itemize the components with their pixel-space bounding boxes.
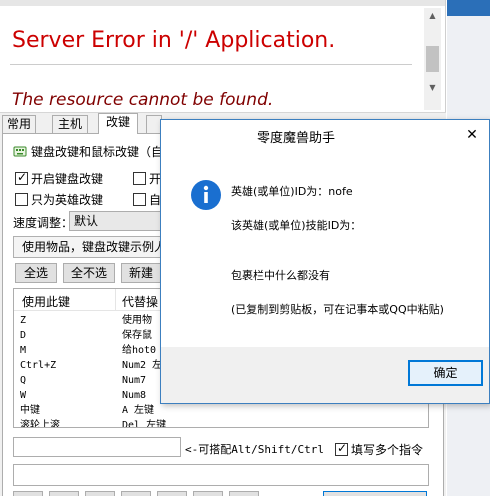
bottom-button[interactable] — [85, 491, 115, 496]
dialog-title-bar: 零度魔兽助手 ✕ — [161, 120, 489, 150]
modifier-hint: <-可搭配Alt/Shift/Ctrl — [185, 443, 324, 456]
checkbox-box[interactable] — [335, 441, 348, 456]
scroll-down-icon[interactable]: ▼ — [424, 80, 441, 96]
checkbox-box[interactable] — [15, 193, 28, 206]
tab-host[interactable]: 主机 — [52, 115, 88, 133]
scroll-up-icon[interactable]: ▲ — [424, 8, 441, 24]
ok-button[interactable]: 确定 — [408, 360, 483, 386]
bottom-button[interactable] — [229, 491, 259, 496]
example-combo[interactable]: 使用物品，键盘改键示例人 — [13, 236, 173, 258]
column-replace[interactable]: 代替操 — [122, 293, 158, 310]
skill-id-text: 该英雄(或单位)技能ID为： — [231, 219, 362, 232]
browser-window: Server Error in '/' Application. The res… — [0, 0, 446, 112]
bottom-button[interactable] — [193, 491, 223, 496]
list-item[interactable]: 中键 A 左键 — [14, 403, 428, 418]
error-title: Server Error in '/' Application. — [12, 28, 336, 53]
speed-select[interactable]: 默认 — [69, 211, 169, 231]
option-checkbox-2[interactable]: 自 — [133, 191, 161, 208]
bottom-button[interactable] — [157, 491, 187, 496]
new-button[interactable]: 新建 — [121, 263, 161, 283]
close-icon[interactable]: ✕ — [461, 124, 483, 146]
select-all-button[interactable]: 全选 — [15, 263, 57, 283]
desktop-strip — [447, 0, 490, 16]
multi-command-checkbox[interactable]: 填写多个指令 — [335, 441, 423, 458]
clipboard-note: (已复制到剪贴板，可在记事本或QQ中粘贴) — [231, 303, 444, 316]
tab-key-remap[interactable]: 改键 — [98, 113, 138, 134]
checkbox-box[interactable] — [15, 170, 28, 185]
column-separator — [115, 289, 116, 311]
group-title: 键盘改键和鼠标改键（自 — [31, 145, 164, 159]
hero-id-text: 英雄(或单位)ID为：nofe — [231, 185, 353, 198]
bottom-button[interactable] — [13, 491, 43, 496]
bottom-button[interactable] — [121, 491, 151, 496]
message-dialog: 零度魔兽助手 ✕ 英雄(或单位)ID为：nofe 该英雄(或单位)技能ID为： … — [160, 119, 490, 404]
bottom-button[interactable] — [49, 491, 79, 496]
enable-remap-checkbox[interactable]: 开启键盘改键 — [15, 170, 103, 187]
inventory-text: 包裹栏中什么都没有 — [231, 269, 330, 282]
checkbox-box[interactable] — [133, 193, 146, 206]
speed-label: 速度调整： — [13, 216, 74, 230]
hero-only-checkbox[interactable]: 只为英雄改键 — [15, 191, 103, 208]
error-subtitle: The resource cannot be found. — [12, 90, 274, 110]
tab-common[interactable]: 常用 — [2, 115, 36, 133]
scroll-thumb[interactable] — [426, 46, 439, 72]
key-input[interactable] — [13, 437, 181, 457]
list-item[interactable]: 滚轮上滚 Del 左键 — [14, 418, 428, 427]
info-icon — [191, 180, 221, 210]
command-input[interactable] — [13, 464, 429, 486]
keyboard-icon — [13, 146, 27, 157]
browser-title-bar — [0, 0, 445, 6]
bottom-wide-button[interactable] — [323, 491, 427, 496]
checkbox-box[interactable] — [133, 172, 146, 185]
select-none-button[interactable]: 全不选 — [63, 263, 115, 283]
vertical-scrollbar[interactable]: ▲ ▼ — [424, 8, 441, 110]
checkbox-label: 只为英雄改键 — [31, 193, 104, 207]
dialog-footer: 确定 — [161, 347, 489, 403]
checkbox-label: 开启键盘改键 — [31, 172, 104, 186]
column-use-key[interactable]: 使用此键 — [22, 293, 70, 310]
checkbox-label: 填写多个指令 — [351, 443, 424, 457]
option-checkbox-1[interactable]: 开 — [133, 170, 161, 187]
divider — [10, 64, 412, 65]
dialog-title: 零度魔兽助手 — [256, 131, 335, 146]
